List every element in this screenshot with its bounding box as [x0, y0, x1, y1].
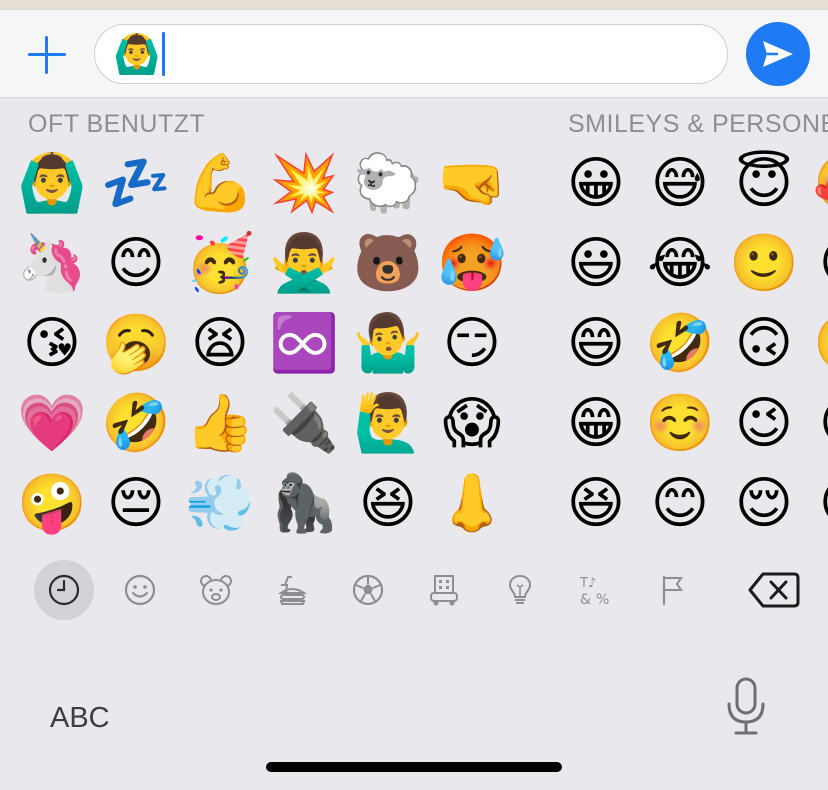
emoji-key[interactable]: 🥰: [806, 144, 828, 224]
bear-icon: [200, 575, 232, 605]
emoji-key[interactable]: ☺️: [638, 384, 722, 464]
backspace-icon: [748, 572, 800, 608]
buildings-icon: [430, 575, 458, 606]
category-objects[interactable]: [490, 560, 550, 620]
emoji-key[interactable]: 🐑: [346, 144, 430, 224]
emoji-key[interactable]: 😛: [806, 464, 828, 544]
emoji-key[interactable]: 😂: [638, 224, 722, 304]
category-smileys[interactable]: [110, 560, 170, 620]
emoji-key[interactable]: 🙆‍♂️: [10, 144, 94, 224]
emoji-key[interactable]: 😁: [554, 384, 638, 464]
emoji-key[interactable]: 🙅‍♂️: [262, 224, 346, 304]
category-symbols[interactable]: T ♪ & %: [566, 560, 626, 620]
emoji-key[interactable]: 😌: [722, 464, 806, 544]
smiley-icon: [124, 574, 156, 606]
category-food[interactable]: [262, 560, 322, 620]
food-icon: [277, 576, 308, 605]
emoji-key[interactable]: 💪: [178, 144, 262, 224]
emoji-key[interactable]: 🙂: [722, 224, 806, 304]
message-input-bar: 🙆‍♂️: [0, 10, 828, 98]
emoji-key[interactable]: 😄: [554, 304, 638, 384]
home-indicator: [266, 762, 562, 772]
emoji-key[interactable]: 😃: [554, 224, 638, 304]
abc-keyboard-button[interactable]: ABC: [50, 702, 110, 735]
symbols-icon: T ♪ & %: [579, 576, 609, 608]
category-flags[interactable]: [642, 560, 702, 620]
emoji-key[interactable]: 😀: [554, 144, 638, 224]
emoji-key[interactable]: 🤪: [10, 464, 94, 544]
category-bar: T ♪ & %: [0, 558, 828, 622]
category-activity[interactable]: [338, 560, 398, 620]
emoji-key[interactable]: 🤣: [94, 384, 178, 464]
text-caret: [162, 32, 166, 76]
add-attachment-button[interactable]: [26, 34, 68, 76]
emoji-key[interactable]: 🥱: [94, 304, 178, 384]
emoji-key[interactable]: 😅: [638, 144, 722, 224]
dictation-button[interactable]: [722, 676, 770, 738]
chat-wallpaper: [0, 0, 828, 10]
message-input[interactable]: 🙆‍♂️: [94, 24, 728, 84]
bulb-icon: [508, 574, 532, 604]
category-animals[interactable]: [186, 560, 246, 620]
category-recent[interactable]: [34, 560, 94, 620]
emoji-key[interactable]: 😆: [554, 464, 638, 544]
svg-text:♪: ♪: [588, 576, 596, 591]
emoji-key[interactable]: 🔌: [262, 384, 346, 464]
emoji-key[interactable]: 😘: [10, 304, 94, 384]
ball-icon: [352, 574, 384, 606]
emoji-key[interactable]: 🦍: [262, 464, 346, 544]
emoji-key[interactable]: 🥲: [806, 304, 828, 384]
emoji-key[interactable]: 🦄: [10, 224, 94, 304]
flag-icon: [662, 575, 683, 606]
emoji-key[interactable]: 🥳: [178, 224, 262, 304]
emoji-key[interactable]: 🤜: [430, 144, 514, 224]
clock-icon: [48, 574, 80, 606]
emoji-key[interactable]: 😱: [430, 384, 514, 464]
emoji-keyboard: OFT BENUTZT 🙆‍♂️ 🦄 😘 💗 🤪 💤 😊 🥱 🤣 😔 💪 🥳 😫 👍 💨 💥 🙅‍♂️ ♾️ 🔌 🦍 🐑…: [0, 98, 828, 790]
emoji-key[interactable]: 😉: [722, 384, 806, 464]
emoji-key[interactable]: 😊: [638, 464, 722, 544]
section-title-frequently-used: OFT BENUTZT: [28, 110, 206, 138]
emoji-key[interactable]: 👃: [430, 464, 514, 544]
emoji-key[interactable]: 😏: [430, 304, 514, 384]
emoji-key[interactable]: 🐻: [346, 224, 430, 304]
emoji-key[interactable]: 😆: [346, 464, 430, 544]
emoji-key[interactable]: 😋: [806, 384, 828, 464]
emoji-key[interactable]: 💥: [262, 144, 346, 224]
smileys-grid: 😀😃😄😁😆 😅😂🤣☺️😊 😇🙂🙃😉😌 🥰😍🥲😋😛: [554, 144, 828, 544]
emoji-key[interactable]: ♾️: [262, 304, 346, 384]
emoji-key[interactable]: 😔: [94, 464, 178, 544]
emoji-key[interactable]: 🤷‍♂️: [346, 304, 430, 384]
emoji-key[interactable]: 💗: [10, 384, 94, 464]
emoji-key[interactable]: 😊: [94, 224, 178, 304]
delete-button[interactable]: [746, 568, 802, 612]
emoji-key[interactable]: 😫: [178, 304, 262, 384]
emoji-key[interactable]: 🤣: [638, 304, 722, 384]
svg-text:T: T: [579, 576, 588, 591]
emoji-key[interactable]: 🙋‍♂️: [346, 384, 430, 464]
microphone-icon: [727, 677, 765, 735]
emoji-key[interactable]: 😇: [722, 144, 806, 224]
send-button[interactable]: [746, 22, 810, 86]
emoji-key[interactable]: 💤: [94, 144, 178, 224]
emoji-key[interactable]: 👍: [178, 384, 262, 464]
emoji-key[interactable]: 🙃: [722, 304, 806, 384]
svg-text:%: %: [596, 592, 609, 608]
message-input-value: 🙆‍♂️: [113, 32, 161, 76]
svg-text:&: &: [580, 592, 591, 608]
emoji-key[interactable]: 💨: [178, 464, 262, 544]
frequently-used-grid: 🙆‍♂️ 🦄 😘 💗 🤪 💤 😊 🥱 🤣 😔 💪 🥳 😫 👍 💨 💥 🙅‍♂️ ♾️ 🔌 🦍 🐑 🐻 🤷‍♂️ 🙋‍♂️ 😆 🤜 🥵…: [10, 144, 514, 544]
section-title-smileys: SMILEYS & PERSONEN: [568, 110, 828, 138]
emoji-key[interactable]: 🥵: [430, 224, 514, 304]
send-arrow-icon: [763, 41, 793, 67]
emoji-key[interactable]: 😍: [806, 224, 828, 304]
category-travel[interactable]: [414, 560, 474, 620]
